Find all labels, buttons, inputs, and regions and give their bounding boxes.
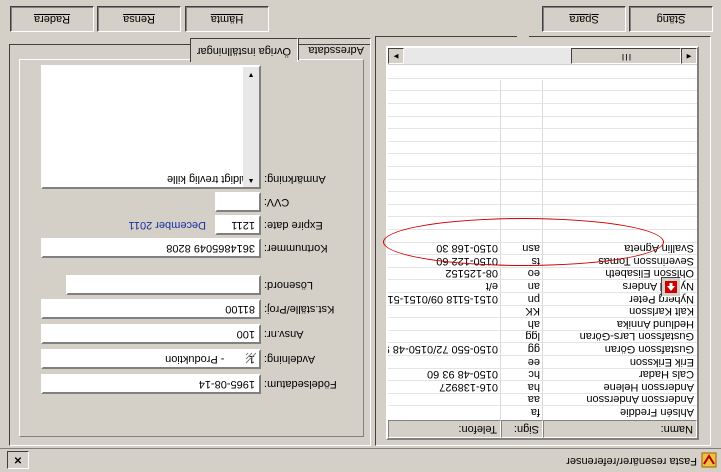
cell-sign: ha — [527, 380, 540, 393]
cell-name: Hedlund Annika — [616, 317, 694, 330]
app-icon — [701, 452, 717, 468]
remark-scrollbar[interactable]: ▲ ▼ — [243, 67, 259, 187]
radera-button[interactable]: Radera — [10, 6, 94, 32]
hamta-button[interactable]: Hämta — [185, 6, 269, 32]
cell-name: Andersson Andersson — [586, 393, 694, 406]
department-select[interactable]: 1 - Produktion — [41, 349, 261, 369]
cell-name: Ahlsén Freddie — [620, 406, 694, 418]
cell-name: Cals Hadar — [638, 368, 694, 381]
resize-grip-icon — [245, 352, 257, 364]
close-button[interactable]: × — [7, 451, 29, 469]
cell-phone: e/t — [485, 280, 498, 292]
scroll-left-icon[interactable]: ◄ — [681, 48, 697, 64]
password-field[interactable] — [66, 275, 261, 295]
hamta-label: Hämta — [210, 13, 244, 25]
cell-sign: KK — [525, 305, 540, 318]
cell-sign: ah — [527, 317, 540, 330]
scroll-up-icon[interactable]: ▲ — [243, 173, 259, 187]
cell-sign: lgg — [525, 330, 540, 343]
kostnadsstalle-label: Kst.ställe/Proj: — [264, 303, 335, 315]
upload-button[interactable] — [661, 277, 681, 297]
expire-field[interactable]: 1211 — [215, 215, 261, 235]
cell-name: Gustafsson Göran — [604, 343, 694, 355]
remark-text: Väldigt trevlig kille — [166, 173, 255, 185]
tab-adressdata[interactable]: Adressdata — [298, 38, 371, 60]
table-row[interactable]: Nylund Anders an e/t — [388, 279, 697, 293]
cell-sign: fa — [530, 406, 540, 418]
ansvar-label: Ansv.nr: — [264, 328, 304, 340]
scroll-thumb[interactable]: III — [571, 48, 681, 64]
ansvar-field[interactable]: 100 — [41, 324, 261, 344]
remark-label: Anmärkning: — [264, 173, 326, 185]
column-header-sign[interactable]: Sign: — [501, 420, 543, 438]
rensa-button[interactable]: Rensa — [97, 6, 181, 32]
expire-month-text: December 2011 — [128, 219, 206, 231]
card-number-label: Kortnummer: — [264, 242, 328, 254]
cell-sign: gg — [527, 343, 540, 355]
cell-sign: pn — [527, 292, 540, 305]
cell-sign: ee — [527, 355, 540, 368]
table-row[interactable]: Ahlsén Freddie fa — [388, 405, 697, 419]
cvv-label: CVV: — [264, 196, 290, 208]
cell-sign: eo — [527, 267, 540, 280]
spara-button[interactable]: Spara — [542, 6, 626, 32]
cell-name: Kalt Karlsson — [629, 305, 694, 318]
horizontal-scrollbar[interactable]: ◄ III ► — [388, 48, 697, 65]
cell-phone: 0150-550 72/0150-48 9 — [388, 343, 498, 355]
table-row[interactable]: Gustafsson Lars-Göran lgg — [388, 329, 697, 343]
table-row[interactable]: Nyberg Peter pn 0151-5118 09/0151-51 — [388, 292, 697, 306]
kostnadsstalle-field[interactable]: 81100 — [41, 299, 261, 319]
department-value: 1 - Produktion — [165, 353, 255, 365]
table-row[interactable]: Cals Hadar hc 0150-48 93 60 — [388, 367, 697, 381]
tab-ovriga-installningar[interactable]: Övriga inställningar — [190, 38, 298, 62]
cell-name: Erik Eriksson — [629, 355, 694, 368]
title-bar: Fasta resenärer/referenser × — [0, 448, 721, 472]
birthdate-label: Födelsedatum: — [264, 378, 337, 390]
remark-textarea[interactable]: Väldigt trevlig kille ▲ ▼ — [41, 65, 261, 189]
stang-button[interactable]: Stäng — [629, 6, 713, 32]
cell-phone: 08-125152 — [445, 267, 498, 280]
table-row[interactable]: Kalt Karlsson KK — [388, 304, 697, 318]
cell-sign: aa — [527, 393, 540, 406]
department-label: Avdelning: — [264, 353, 316, 365]
table-row[interactable]: Gustafsson Göran gg 0150-550 72/0150-48 9 — [388, 342, 697, 356]
cell-name: Andersson Helene — [603, 380, 694, 393]
column-header-phone[interactable]: Telefon: — [388, 420, 501, 438]
birthdate-field[interactable]: 1965-08-14 — [41, 374, 261, 394]
cell-phone: 0151-5118 09/0151-51 — [388, 292, 498, 305]
stang-label: Stäng — [656, 13, 686, 25]
red-arrow-icon — [665, 281, 677, 293]
spara-label: Spara — [569, 13, 599, 25]
expire-label: Expire date: — [264, 219, 323, 231]
rensa-label: Rensa — [123, 13, 155, 25]
table-row[interactable]: Erik Eriksson ee — [388, 355, 697, 369]
table-row[interactable]: Andersson Andersson aa — [388, 392, 697, 406]
cell-phone: 0150-48 93 60 — [427, 368, 498, 381]
cell-name: Gustafsson Lars-Göran — [579, 330, 694, 343]
card-number-field[interactable]: 3614865049 8208 — [41, 238, 261, 258]
window: Fasta resenärer/referenser × Namn: Sign:… — [0, 0, 721, 472]
cvv-field[interactable] — [215, 192, 261, 212]
cell-phone: 016-138927 — [439, 380, 498, 393]
table-row[interactable]: Hedlund Annika ah — [388, 317, 697, 331]
scroll-down-icon[interactable]: ▼ — [243, 67, 259, 81]
cell-sign: an — [527, 280, 540, 292]
radera-label: Radera — [33, 13, 71, 25]
scroll-right-icon[interactable]: ► — [388, 48, 404, 64]
highlight-ellipse — [383, 218, 664, 266]
table-row[interactable]: Andersson Helene ha 016-138927 — [388, 380, 697, 394]
table-row[interactable]: Ohlsson Elisabeth eo 08-125152 — [388, 266, 697, 280]
window-title: Fasta resenärer/referenser — [566, 455, 697, 467]
cell-sign: hc — [528, 368, 540, 381]
column-header-name[interactable]: Namn: — [543, 420, 697, 438]
password-label: Lösenord: — [264, 279, 313, 291]
